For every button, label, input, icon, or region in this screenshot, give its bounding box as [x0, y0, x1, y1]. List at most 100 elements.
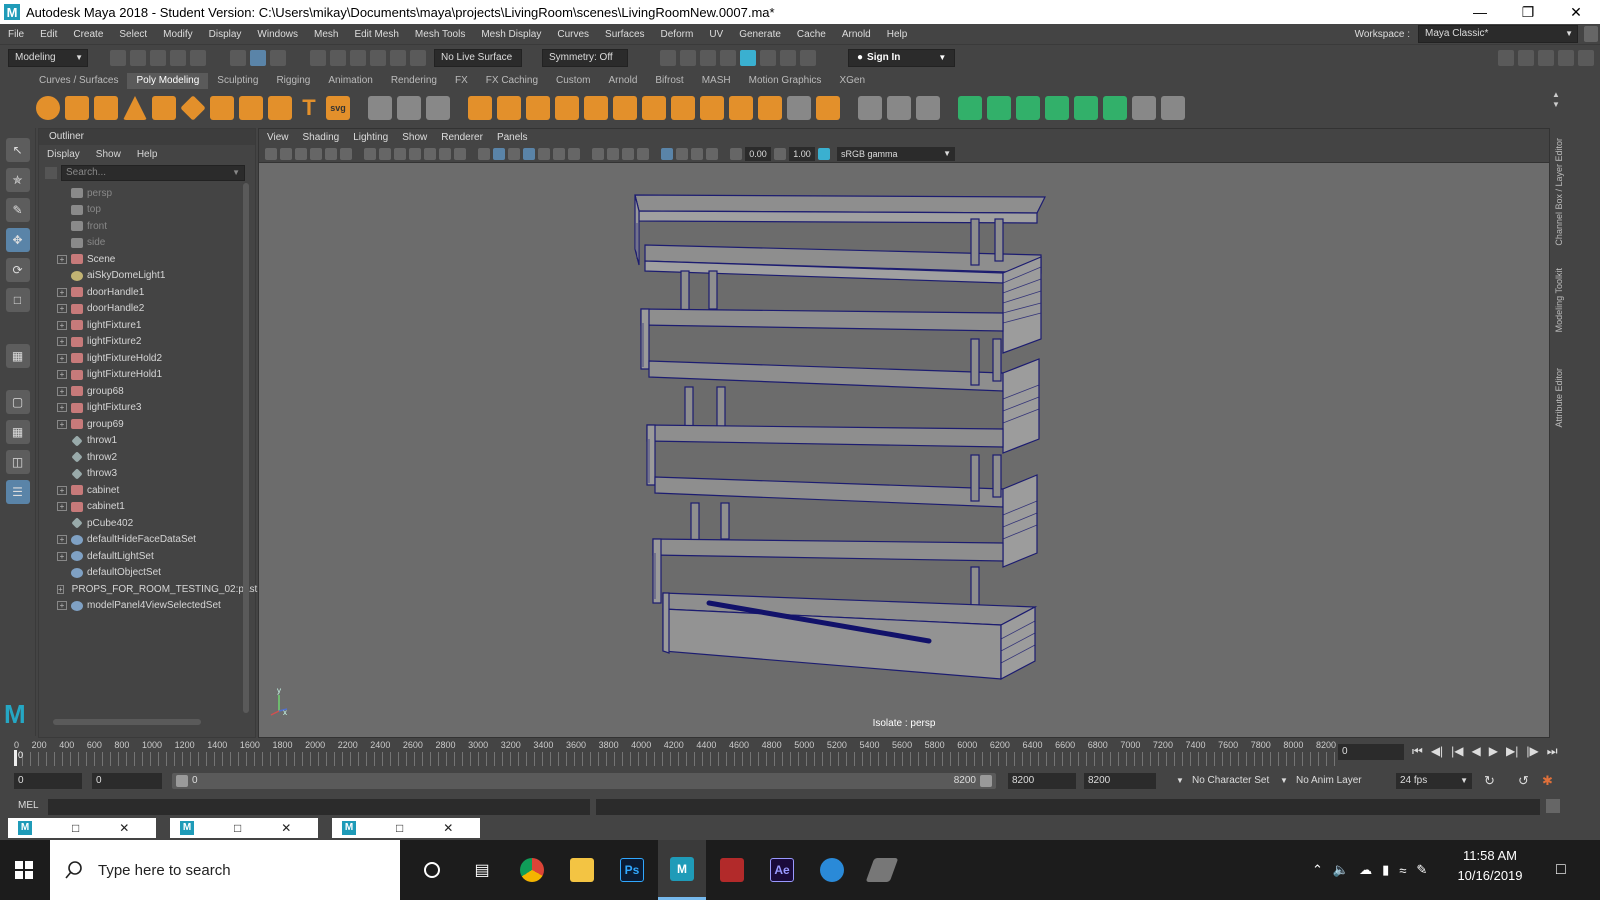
shelf-tab-motion-graphics[interactable]: Motion Graphics — [740, 73, 831, 89]
select-hierarchy-icon[interactable] — [230, 49, 246, 66]
cloud-icon[interactable]: ☁ — [1359, 862, 1372, 878]
shelf-tab-bifrost[interactable]: Bifrost — [646, 73, 692, 89]
menu-deform[interactable]: Deform — [653, 29, 702, 40]
menu-display[interactable]: Display — [201, 29, 250, 40]
uv-editor-icon[interactable] — [1103, 96, 1127, 120]
tool-settings-toggle-icon[interactable] — [1538, 49, 1554, 66]
attribute-editor-toggle-icon[interactable] — [1518, 49, 1534, 66]
expand-icon[interactable]: + — [57, 502, 67, 512]
playhead[interactable] — [14, 750, 17, 766]
offset-edge-loop-icon[interactable] — [758, 96, 782, 120]
side-by-side-layout-icon[interactable]: ◫ — [5, 450, 30, 474]
go-to-end-icon[interactable]: ⏭ — [1547, 744, 1558, 759]
select-component-icon[interactable] — [270, 49, 286, 66]
shelf-unit-3d-model[interactable]: y x — [259, 163, 1549, 723]
filter-icon[interactable] — [45, 167, 57, 179]
taskbar-photoshop[interactable]: Ps — [608, 840, 656, 900]
expand-icon[interactable]: + — [57, 370, 67, 380]
taskbar-file-explorer[interactable] — [558, 840, 606, 900]
outliner-item[interactable]: + defaultHideFaceDataSet — [39, 532, 243, 549]
menu-generate[interactable]: Generate — [731, 29, 789, 40]
xray-components-icon[interactable] — [706, 147, 718, 160]
anti-aliasing-icon[interactable] — [622, 147, 634, 160]
sew-uv-icon[interactable] — [1161, 96, 1185, 120]
expand-icon[interactable]: + — [57, 535, 67, 545]
chevron-down-icon[interactable]: ▼ — [1176, 773, 1184, 789]
show-manipulator-icon[interactable]: ▦ — [5, 344, 30, 368]
shelf-scroll-arrows-icon[interactable]: ▲ ▼ — [1552, 90, 1562, 120]
step-forward-frame-icon[interactable]: ▶| — [1506, 744, 1518, 759]
multi-cut-icon[interactable] — [700, 96, 724, 120]
outliner-item[interactable]: throw1 — [39, 433, 243, 450]
smooth-icon[interactable] — [426, 96, 450, 120]
anim-preferences-icon[interactable]: ✱ — [1542, 773, 1553, 789]
range-end-handle[interactable] — [980, 775, 992, 787]
insert-edge-loop-icon[interactable] — [671, 96, 695, 120]
step-back-key-icon[interactable]: ◀| — [1431, 744, 1443, 759]
outliner-item[interactable]: + lightFixture1 — [39, 317, 243, 334]
mirror-icon[interactable] — [497, 96, 521, 120]
menu-mesh-tools[interactable]: Mesh Tools — [407, 29, 473, 40]
outliner-item[interactable]: + lightFixtureHold2 — [39, 350, 243, 367]
default-material-icon[interactable] — [508, 147, 520, 160]
shelf-tab-custom[interactable]: Custom — [547, 73, 599, 89]
restore-button[interactable]: ❐ — [1504, 4, 1552, 21]
shelf-tab-curves-surfaces[interactable]: Curves / Surfaces — [30, 73, 127, 89]
minimized-window[interactable]: M □ ✕ — [8, 818, 156, 838]
save-scene-icon[interactable] — [150, 49, 166, 66]
wedge-icon[interactable] — [816, 96, 840, 120]
expand-icon[interactable]: + — [57, 287, 67, 297]
minimized-window[interactable]: M □ ✕ — [332, 818, 480, 838]
step-back-frame-icon[interactable]: |◀ — [1451, 744, 1463, 759]
expand-icon[interactable]: + — [57, 601, 67, 611]
outliner-item[interactable]: + lightFixture3 — [39, 400, 243, 417]
lasso-tool-icon[interactable]: ✯ — [5, 168, 30, 192]
outliner-item[interactable]: + doorHandle1 — [39, 284, 243, 301]
minimize-button[interactable]: — — [1456, 4, 1504, 20]
cortana-button[interactable] — [408, 840, 456, 900]
cylindrical-uv-icon[interactable] — [987, 96, 1011, 120]
channel-box-toggle-icon[interactable] — [1558, 49, 1574, 66]
start-time-field[interactable]: 0 — [14, 773, 82, 789]
outliner-item[interactable]: throw3 — [39, 466, 243, 483]
modeling-toolkit-tab[interactable]: Modeling Toolkit — [1554, 268, 1564, 332]
command-mode-label[interactable]: MEL — [18, 800, 39, 811]
close-icon[interactable]: ✕ — [119, 821, 129, 835]
menu-mesh[interactable]: Mesh — [306, 29, 346, 40]
planar-uv-icon[interactable] — [958, 96, 982, 120]
snap-view-icon[interactable] — [370, 49, 386, 66]
shelf-tab-mash[interactable]: MASH — [693, 73, 740, 89]
edit-edge-flow-icon[interactable] — [858, 96, 882, 120]
shelf-tab-poly-modeling[interactable]: Poly Modeling — [127, 73, 209, 89]
textured-icon[interactable] — [538, 147, 550, 160]
snap-grid-icon[interactable] — [310, 49, 326, 66]
close-icon[interactable]: ✕ — [443, 821, 453, 835]
automatic-uv-icon[interactable] — [1045, 96, 1069, 120]
render-frame-icon[interactable] — [660, 49, 676, 66]
viewport-menu-lighting[interactable]: Lighting — [353, 132, 388, 143]
shelf-tab-fx[interactable]: FX — [446, 73, 477, 89]
motion-blur-icon[interactable] — [607, 147, 619, 160]
play-backward-icon[interactable]: ◀ — [1472, 744, 1481, 759]
outliner-item[interactable]: + group69 — [39, 416, 243, 433]
shelf-tab-fx-caching[interactable]: FX Caching — [477, 73, 547, 89]
isolate-select-icon[interactable] — [661, 147, 673, 160]
pause-render-icon[interactable] — [800, 49, 816, 66]
snap-surface-icon[interactable] — [390, 49, 406, 66]
play-forward-icon[interactable]: ▶ — [1489, 744, 1498, 759]
select-object-icon[interactable] — [250, 49, 266, 66]
outliner-item[interactable]: aiSkyDomeLight1 — [39, 268, 243, 285]
gate-mask-icon[interactable] — [409, 147, 421, 160]
command-input[interactable] — [48, 799, 590, 815]
gamma-icon[interactable] — [774, 147, 786, 160]
append-polygon-icon[interactable] — [642, 96, 666, 120]
menu-mesh-display[interactable]: Mesh Display — [473, 29, 549, 40]
wireframe-icon[interactable] — [478, 147, 490, 160]
outliner-item[interactable]: + group68 — [39, 383, 243, 400]
character-set-field[interactable]: No Character Set — [1192, 773, 1269, 789]
menu-windows[interactable]: Windows — [249, 29, 306, 40]
notification-center-button[interactable]: □ — [1556, 840, 1566, 900]
workspace-dropdown[interactable]: Maya Classic* ▼ — [1418, 25, 1578, 43]
outliner-item[interactable]: + doorHandle2 — [39, 301, 243, 318]
outliner-item[interactable]: + lightFixture2 — [39, 334, 243, 351]
